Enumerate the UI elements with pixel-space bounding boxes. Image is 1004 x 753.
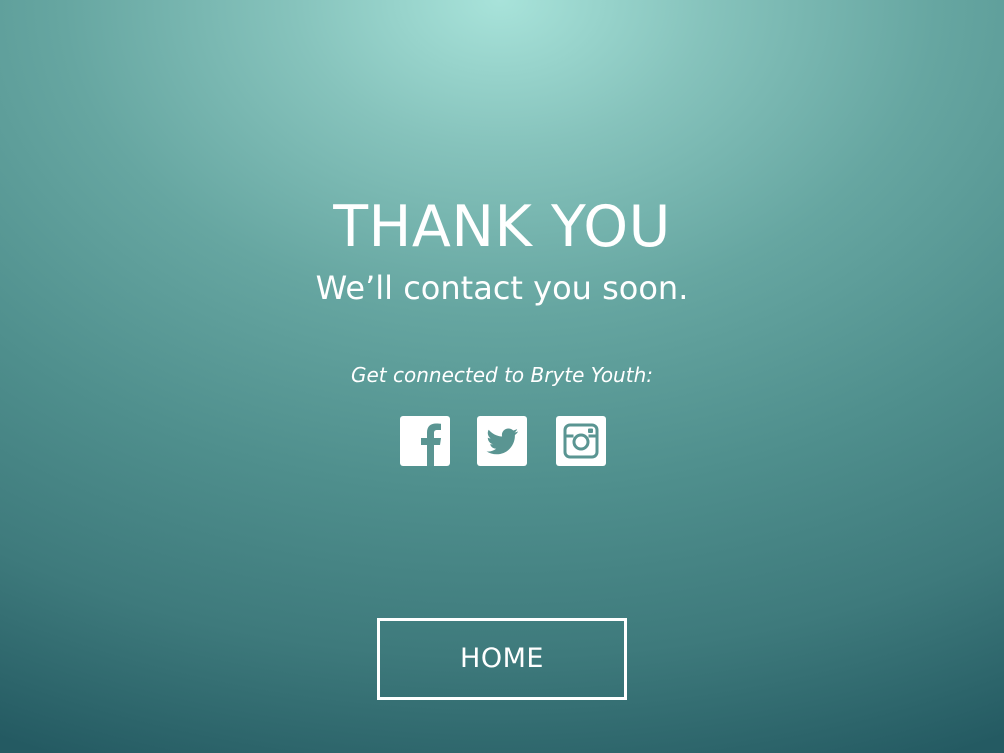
twitter-link[interactable] <box>477 416 527 466</box>
social-prompt: Get connected to Bryte Youth: <box>351 363 653 387</box>
page-title: THANK YOU <box>333 194 671 260</box>
facebook-icon <box>400 416 450 466</box>
instagram-icon <box>556 416 606 466</box>
home-button[interactable]: HOME <box>377 618 627 700</box>
social-links <box>400 416 606 466</box>
confirmation-message: We’ll contact you soon. <box>315 269 689 307</box>
twitter-icon <box>477 416 527 466</box>
facebook-link[interactable] <box>400 416 450 466</box>
instagram-link[interactable] <box>556 416 606 466</box>
